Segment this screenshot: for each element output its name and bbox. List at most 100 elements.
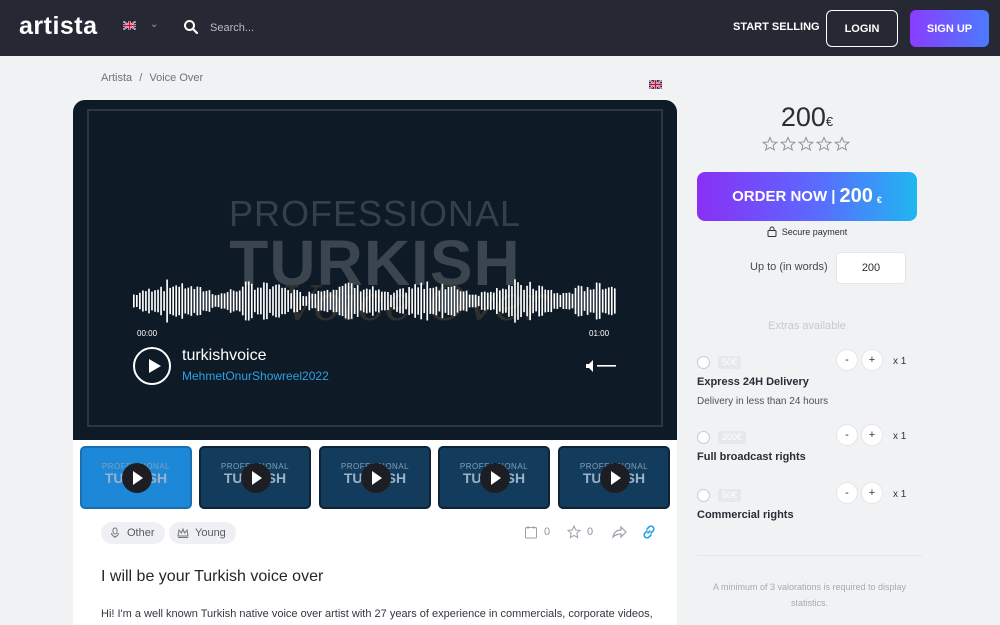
chevron-down-icon[interactable]: ⌄ [150, 19, 158, 30]
waveform-bar [411, 288, 413, 314]
waveform-bar [459, 291, 462, 311]
waveform-bar [190, 286, 193, 316]
waveform-bar [483, 291, 486, 311]
waveform-bar [375, 290, 377, 312]
play-icon[interactable] [241, 463, 271, 493]
waveform-bar [166, 279, 168, 323]
play-button[interactable] [133, 347, 171, 385]
waveform[interactable] [133, 276, 617, 326]
waveform-bar [169, 287, 171, 315]
thumbnail-item[interactable]: PROFESSIONAL TURKISH [199, 446, 311, 509]
waveform-bar [142, 290, 144, 312]
extra-name: Full broadcast rights [697, 451, 806, 463]
waveform-bar [453, 285, 456, 317]
waveform-bar [426, 281, 429, 321]
search-input[interactable] [210, 16, 430, 40]
play-icon[interactable] [122, 463, 152, 493]
thumbnail-item[interactable]: PROFESSIONAL TURKISH [80, 446, 192, 509]
decrease-button[interactable]: - [836, 349, 858, 371]
waveform-bar [151, 291, 153, 311]
waveform-bar [193, 289, 196, 313]
time-start: 00:00 [137, 329, 158, 338]
waveform-bar [344, 283, 347, 319]
waveform-bar [414, 284, 416, 318]
waveform-bar [281, 287, 283, 315]
breadcrumb-voice-over[interactable]: Voice Over [149, 72, 203, 84]
play-icon[interactable] [600, 463, 630, 493]
star-icon[interactable] [567, 525, 581, 539]
decrease-button[interactable]: - [836, 482, 858, 504]
thumbnail-item[interactable]: PROFESSIONAL TURKISH [438, 446, 550, 509]
uk-flag-icon[interactable] [123, 21, 136, 30]
waveform-bar [523, 289, 525, 313]
extra-quantity: x 1 [893, 431, 907, 442]
increase-button[interactable]: + [861, 424, 883, 446]
orders-stat: 0 [524, 525, 550, 539]
artista-logo[interactable]: artista [19, 12, 98, 41]
uk-flag-icon [649, 80, 662, 89]
waveform-bar [420, 282, 423, 320]
waveform-bar [223, 293, 226, 309]
waveform-bar [441, 283, 444, 319]
waveform-bar [238, 290, 241, 312]
thumbnail-item[interactable]: PROFESSIONAL TURKISH [558, 446, 670, 509]
waveform-bar [423, 288, 426, 314]
thumbnail-strip: PROFESSIONAL TURKISH PROFESSIONAL TURKIS… [73, 440, 677, 512]
tag-label: Young [195, 527, 226, 539]
tag-young[interactable]: Young [169, 522, 236, 544]
star-icon [780, 136, 796, 152]
waveform-bar [496, 288, 498, 314]
waveform-bar [202, 291, 205, 311]
play-icon[interactable] [361, 463, 391, 493]
extra-radio[interactable] [697, 489, 710, 502]
increase-button[interactable]: + [861, 349, 883, 371]
login-button[interactable]: LOGIN [826, 10, 898, 47]
waveform-bar [553, 293, 556, 309]
waveform-bar [535, 290, 537, 312]
track-subtitle[interactable]: MehmetOnurShowreel2022 [182, 369, 329, 383]
word-count-input[interactable] [836, 252, 906, 284]
start-selling-link[interactable]: START SELLING [733, 21, 820, 33]
order-now-button[interactable]: ORDER NOW | 200 € [697, 172, 917, 221]
signup-button[interactable]: SIGN UP [910, 10, 989, 47]
waveform-bar [269, 289, 271, 313]
waveform-bar [408, 287, 410, 315]
extra-price: 50€ [718, 356, 742, 369]
favorites-stat[interactable]: 0 [567, 525, 593, 539]
star-icon [834, 136, 850, 152]
increase-button[interactable]: + [861, 482, 883, 504]
decrease-button[interactable]: - [836, 424, 858, 446]
extra-radio[interactable] [697, 431, 710, 444]
search-icon[interactable] [183, 19, 199, 35]
thumbnail-item[interactable]: PROFESSIONAL TURKISH [319, 446, 431, 509]
star-icon [762, 136, 778, 152]
waveform-bar [362, 289, 365, 313]
waveform-bar [520, 284, 522, 318]
waveform-bar [610, 286, 613, 316]
waveform-bar [241, 286, 244, 316]
order-price: 200 [839, 185, 873, 207]
gig-content: Other Young 0 0 I will be your Turkish v… [73, 512, 677, 625]
waveform-bar [589, 289, 592, 313]
waveform-bar [278, 284, 280, 318]
share-icon[interactable] [611, 524, 627, 540]
waveform-bar [305, 296, 308, 306]
volume-icon[interactable] [585, 359, 617, 373]
waveform-bar [604, 288, 607, 314]
link-icon[interactable] [641, 524, 657, 540]
extra-name: Commercial rights [697, 509, 794, 521]
tag-other[interactable]: Other [101, 522, 165, 544]
play-icon[interactable] [480, 463, 510, 493]
breadcrumb-artista[interactable]: Artista [101, 72, 132, 84]
waveform-bar [260, 287, 262, 315]
waveform-bar [184, 288, 187, 314]
waveform-bar [492, 292, 495, 310]
waveform-bar [196, 286, 199, 316]
extra-radio[interactable] [697, 356, 710, 369]
waveform-bar [598, 283, 601, 319]
waveform-bar [565, 292, 568, 310]
waveform-bar [601, 289, 604, 313]
waveform-bar [378, 289, 380, 313]
waveform-bar [480, 292, 483, 310]
waveform-bar [272, 286, 274, 316]
